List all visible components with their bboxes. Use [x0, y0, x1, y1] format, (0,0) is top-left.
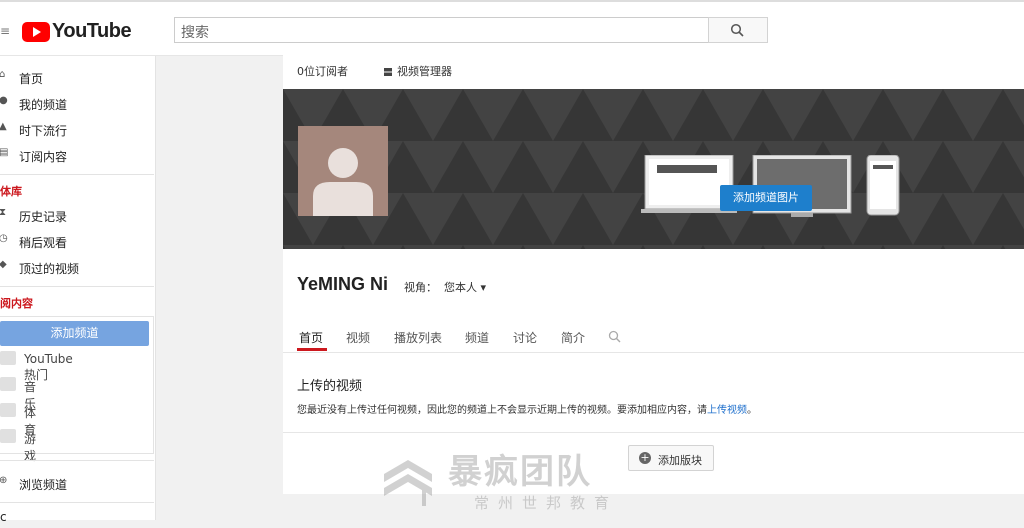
menu-icon[interactable]: ≡ — [0, 24, 10, 38]
sidebar-item-history[interactable]: ⧗ 历史记录 — [0, 204, 156, 226]
tab-discussion[interactable]: 讨论 — [513, 329, 537, 346]
plus-icon: + — [639, 451, 651, 464]
sidebar-item-watch-later[interactable]: ◷ 稍后观看 — [0, 230, 156, 252]
sidebar-item-partial: c — [0, 510, 7, 524]
subscriber-count: 0位订阅者 — [297, 65, 348, 78]
watermark-title: 暴疯团队 — [448, 452, 592, 492]
sidebar-item-subscriptions[interactable]: ▤ 订阅内容 — [0, 144, 156, 166]
divider — [0, 460, 154, 461]
channel-avatar[interactable] — [298, 126, 388, 216]
sidebar-item-liked[interactable]: ◆ 顶过的视频 — [0, 256, 156, 278]
subscriptions-icon: ▤ — [0, 147, 9, 158]
channel-icon — [0, 351, 16, 365]
sidebar-item-browse-channels[interactable]: ⊕ 浏览频道 — [0, 472, 156, 494]
watermark-subtitle: 常州世邦教育 — [474, 494, 619, 512]
channel-banner: 添加频道图片 — [283, 89, 1024, 249]
add-channel-art-button[interactable]: 添加频道图片 — [720, 185, 812, 211]
watermark-logo — [384, 460, 432, 506]
sports-icon — [0, 403, 16, 417]
sidebar-item-my-channel[interactable]: ● 我的频道 — [0, 92, 156, 114]
divider — [0, 502, 154, 503]
tab-playlists[interactable]: 播放列表 — [394, 329, 442, 346]
video-manager-link[interactable]: 视频管理器 — [383, 63, 452, 79]
add-section-button[interactable]: + 添加版块 — [628, 445, 714, 471]
uploads-empty-message: 您最近没有上传过任何视频，因此您的频道上不会显示近期上传的视频。要添加相应内容，… — [297, 405, 757, 416]
video-manager-icon — [384, 68, 392, 76]
tab-about[interactable]: 简介 — [561, 329, 585, 346]
youtube-play-icon — [22, 21, 50, 42]
music-icon — [0, 377, 16, 391]
uploads-section: 上传的视频 您最近没有上传过任何视频，因此您的频道上不会显示近期上传的视频。要添… — [283, 362, 1024, 433]
uploads-heading: 上传的视频 — [297, 379, 363, 394]
person-icon: ● — [0, 95, 8, 106]
divider — [0, 174, 154, 175]
channel-panel: 0位订阅者 视频管理器 添加频道图片 YeMING Ni 视角： 您本人 ▾ 首… — [283, 52, 1024, 494]
thumbs-up-icon: ◆ — [0, 259, 7, 270]
channel-name: YeMING Ni — [297, 274, 389, 294]
watermark: 暴疯团队 常州世邦教育 — [376, 444, 636, 514]
channel-tabs: 首页 视频 播放列表 频道 讨论 简介 — [283, 326, 1024, 353]
history-icon: ⧗ — [0, 207, 7, 218]
top-bar: ≡ YouTube 搜索 — [0, 0, 1024, 56]
view-as-dropdown[interactable]: 您本人 ▾ — [444, 279, 486, 295]
add-channel-button[interactable]: 添加频道 — [0, 321, 149, 346]
active-tab-underline — [297, 348, 327, 351]
upload-video-link[interactable]: 上传视频 — [707, 405, 747, 416]
clock-icon: ◷ — [0, 233, 8, 244]
tab-home[interactable]: 首页 — [299, 329, 323, 346]
search-icon — [730, 23, 744, 37]
gaming-icon — [0, 429, 16, 443]
sidebar-item-home[interactable]: ⌂ 首页 — [0, 66, 156, 88]
channel-search-icon[interactable] — [608, 330, 621, 343]
subscriptions-heading: 阅内容 — [0, 297, 33, 310]
person-icon — [313, 148, 373, 216]
search-button[interactable] — [708, 17, 768, 43]
sidebar: ⌂ 首页 ● 我的频道 ▲ 时下流行 ▤ 订阅内容 体库 ⧗ 历史记录 ◷ 稍后观看 ◆ 顶过… — [0, 56, 156, 524]
tab-channels[interactable]: 频道 — [465, 329, 489, 346]
search-placeholder: 搜索 — [181, 25, 209, 41]
flame-icon: ▲ — [0, 121, 7, 132]
sidebar-item-trending[interactable]: ▲ 时下流行 — [0, 118, 156, 140]
divider — [0, 286, 154, 287]
plus-circle-icon: ⊕ — [0, 475, 8, 486]
tab-videos[interactable]: 视频 — [346, 329, 370, 346]
logo-text: YouTube — [52, 20, 132, 42]
youtube-logo[interactable]: YouTube — [22, 20, 132, 43]
search-input[interactable]: 搜索 — [174, 17, 710, 43]
view-as-label: 视角： — [404, 281, 437, 294]
home-icon: ⌂ — [0, 69, 6, 80]
library-heading: 体库 — [0, 185, 22, 198]
